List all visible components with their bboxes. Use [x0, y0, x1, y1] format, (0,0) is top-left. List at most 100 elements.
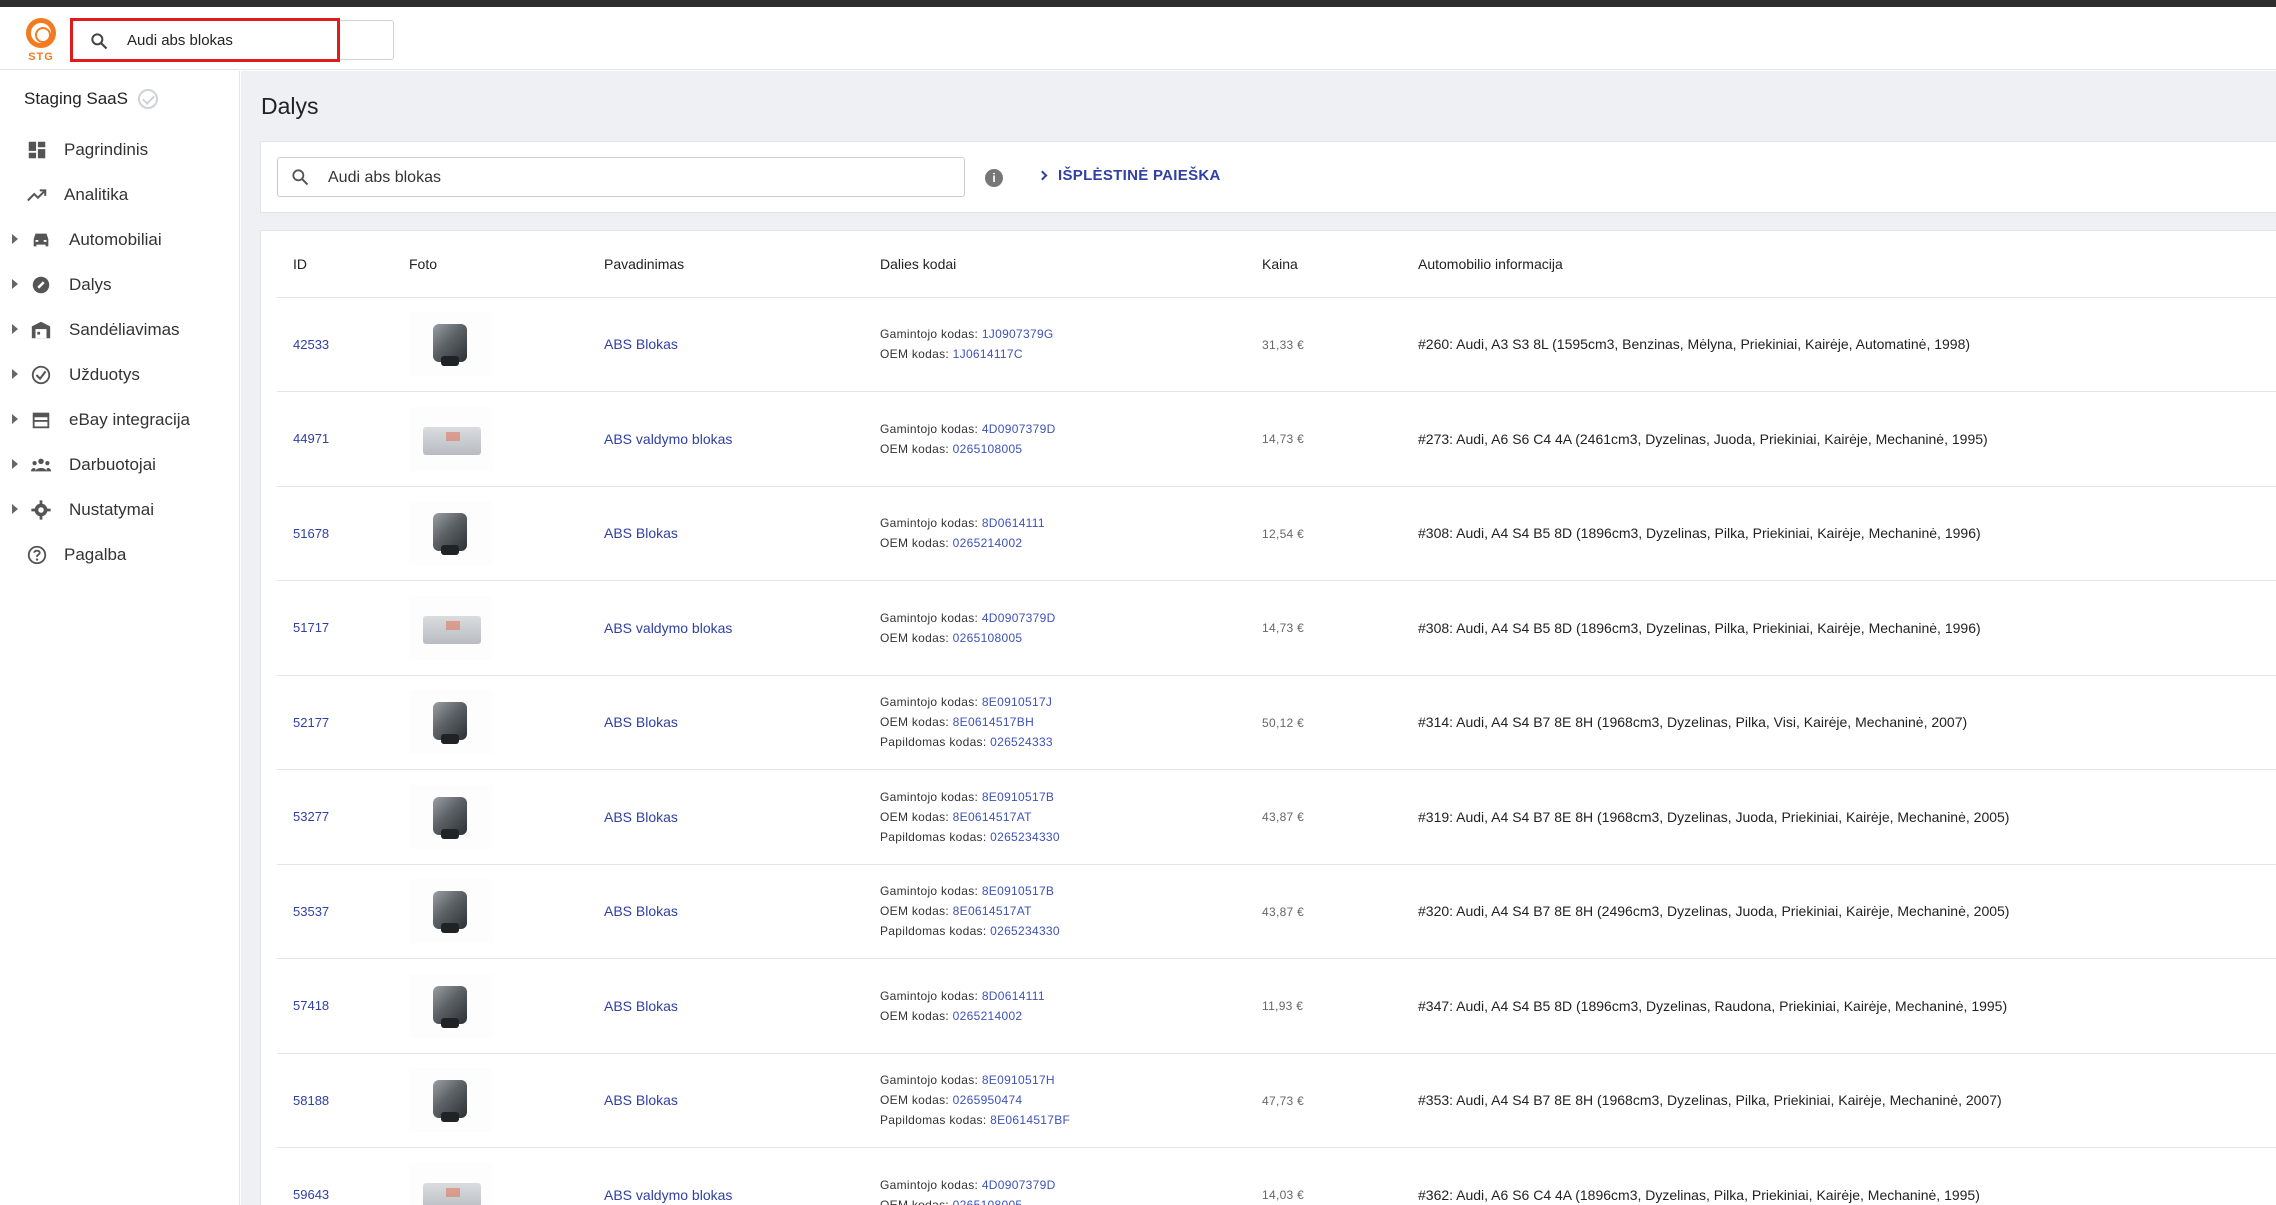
part-id-link[interactable]: 58188: [293, 1093, 329, 1108]
code-value-link[interactable]: 4D0907379D: [982, 422, 1056, 436]
caret-right-icon[interactable]: [12, 324, 18, 334]
code-line: Gamintojo kodas: 8D0614111: [880, 513, 1246, 533]
part-price: 43,87 €: [1262, 810, 1305, 825]
part-photo[interactable]: [409, 406, 493, 471]
code-value-link[interactable]: 0265234330: [990, 830, 1060, 844]
caret-right-icon[interactable]: [12, 459, 18, 469]
part-id-link[interactable]: 51717: [293, 620, 329, 635]
code-value-link[interactable]: 8D0614111: [982, 516, 1045, 530]
code-value-link[interactable]: 0265108005: [953, 442, 1023, 456]
part-photo[interactable]: [409, 312, 493, 377]
part-id-link[interactable]: 53537: [293, 904, 329, 919]
car-icon: [30, 229, 52, 251]
code-value-link[interactable]: 026524333: [990, 735, 1053, 749]
table-row[interactable]: 52177 ABS Blokas Gamintojo kodas: 8E091051…: [277, 675, 2276, 770]
code-label: Gamintojo kodas:: [880, 789, 979, 804]
code-value-link[interactable]: 8E0910517B: [982, 884, 1054, 898]
code-value-link[interactable]: 4D0907379D: [982, 611, 1056, 625]
sidebar-item-2[interactable]: Automobiliai: [0, 217, 240, 262]
code-value-link[interactable]: 0265108005: [953, 1198, 1023, 1205]
part-name-link[interactable]: ABS Blokas: [604, 714, 678, 730]
code-value-link[interactable]: 1J0614117C: [953, 347, 1023, 361]
part-photo[interactable]: [409, 690, 493, 755]
code-value-link[interactable]: 1J0907379G: [982, 327, 1054, 341]
part-id-link[interactable]: 44971: [293, 431, 329, 446]
code-value-link[interactable]: 8E0910517H: [982, 1073, 1055, 1087]
code-value-link[interactable]: 0265950474: [953, 1093, 1023, 1107]
sidebar-item-3[interactable]: Dalys: [0, 262, 240, 307]
column-header-id[interactable]: ID: [277, 231, 393, 298]
code-value-link[interactable]: 0265214002: [953, 536, 1023, 550]
caret-right-icon[interactable]: [12, 369, 18, 379]
column-header-name[interactable]: Pavadinimas: [588, 231, 864, 298]
part-photo[interactable]: [409, 973, 493, 1038]
caret-right-icon[interactable]: [12, 414, 18, 424]
parts-search-input[interactable]: Audi abs blokas: [277, 157, 965, 197]
part-name-link[interactable]: ABS Blokas: [604, 998, 678, 1014]
part-photo[interactable]: [409, 879, 493, 944]
table-row[interactable]: 57418 ABS Blokas Gamintojo kodas: 8D061411…: [277, 958, 2276, 1054]
part-price: 50,12 €: [1262, 715, 1305, 730]
table-row[interactable]: 59643 ABS valdymo blokas Gamintojo kodas: …: [277, 1147, 2276, 1205]
part-id-link[interactable]: 59643: [293, 1187, 329, 1202]
code-value-link[interactable]: 8E0910517J: [982, 695, 1052, 709]
table-row[interactable]: 51717 ABS valdymo blokas Gamintojo kodas: …: [277, 580, 2276, 676]
sidebar-item-9[interactable]: Pagalba: [0, 532, 240, 577]
sidebar-item-0[interactable]: Pagrindinis: [0, 127, 240, 172]
part-photo[interactable]: [409, 595, 493, 660]
caret-right-icon[interactable]: [12, 234, 18, 244]
code-value-link[interactable]: 8E0614517AT: [953, 810, 1032, 824]
info-icon[interactable]: i: [985, 169, 1003, 187]
sidebar-item-1[interactable]: Analitika: [0, 172, 240, 217]
part-photo[interactable]: [409, 501, 493, 566]
code-label: OEM kodas:: [880, 630, 950, 645]
part-name-link[interactable]: ABS Blokas: [604, 809, 678, 825]
code-line: OEM kodas: 0265214002: [880, 533, 1246, 553]
part-name-link[interactable]: ABS Blokas: [604, 903, 678, 919]
code-value-link[interactable]: 0265108005: [953, 631, 1023, 645]
part-price: 14,73 €: [1262, 621, 1305, 636]
code-value-link[interactable]: 8E0910517B: [982, 790, 1054, 804]
code-value-link[interactable]: 8E0614517BF: [990, 1113, 1070, 1127]
code-value-link[interactable]: 0265214002: [953, 1009, 1023, 1023]
part-name-link[interactable]: ABS valdymo blokas: [604, 431, 732, 447]
sidebar-item-4[interactable]: Sandėliavimas: [0, 307, 240, 352]
table-row[interactable]: 53537 ABS Blokas Gamintojo kodas: 8E091051…: [277, 864, 2276, 959]
part-photo[interactable]: [409, 784, 493, 849]
column-header-price[interactable]: Kaina: [1246, 231, 1402, 298]
part-name-link[interactable]: ABS valdymo blokas: [604, 1187, 732, 1203]
code-label: Gamintojo kodas:: [880, 421, 979, 436]
table-row[interactable]: 42533 ABS Blokas Gamintojo kodas: 1J090737…: [277, 297, 2276, 392]
code-value-link[interactable]: 8E0614517BH: [953, 715, 1034, 729]
table-row[interactable]: 53277 ABS Blokas Gamintojo kodas: 8E091051…: [277, 769, 2276, 865]
caret-right-icon[interactable]: [12, 504, 18, 514]
sidebar-item-6[interactable]: eBay integracija: [0, 397, 240, 442]
part-id-link[interactable]: 52177: [293, 715, 329, 730]
caret-right-icon[interactable]: [12, 279, 18, 289]
sidebar-item-8[interactable]: Nustatymai: [0, 487, 240, 532]
part-id-link[interactable]: 53277: [293, 809, 329, 824]
part-name-link[interactable]: ABS valdymo blokas: [604, 620, 732, 636]
table-row[interactable]: 51678 ABS Blokas Gamintojo kodas: 8D061411…: [277, 486, 2276, 581]
part-photo[interactable]: [409, 1068, 493, 1133]
sidebar-item-5[interactable]: Užduotys: [0, 352, 240, 397]
advanced-search-button[interactable]: IŠPLĖSTINĖ PAIEŠKA: [1037, 167, 1221, 184]
part-id-link[interactable]: 57418: [293, 998, 329, 1013]
table-row[interactable]: 44971 ABS valdymo blokas Gamintojo kodas: …: [277, 391, 2276, 487]
code-line: OEM kodas: 1J0614117C: [880, 344, 1246, 364]
app-logo[interactable]: STG: [22, 18, 60, 64]
part-id-link[interactable]: 51678: [293, 526, 329, 541]
column-header-foto: Foto: [393, 231, 588, 298]
chevron-right-icon: [1037, 170, 1048, 181]
part-id-link[interactable]: 42533: [293, 337, 329, 352]
sidebar-item-7[interactable]: Darbuotojai: [0, 442, 240, 487]
part-name-link[interactable]: ABS Blokas: [604, 336, 678, 352]
part-photo[interactable]: [409, 1162, 493, 1205]
part-name-link[interactable]: ABS Blokas: [604, 525, 678, 541]
table-row[interactable]: 58188 ABS Blokas Gamintojo kodas: 8E091051…: [277, 1053, 2276, 1148]
part-name-link[interactable]: ABS Blokas: [604, 1092, 678, 1108]
code-value-link[interactable]: 8D0614111: [982, 989, 1045, 1003]
code-value-link[interactable]: 4D0907379D: [982, 1178, 1056, 1192]
code-value-link[interactable]: 8E0614517AT: [953, 904, 1032, 918]
code-value-link[interactable]: 0265234330: [990, 924, 1060, 938]
